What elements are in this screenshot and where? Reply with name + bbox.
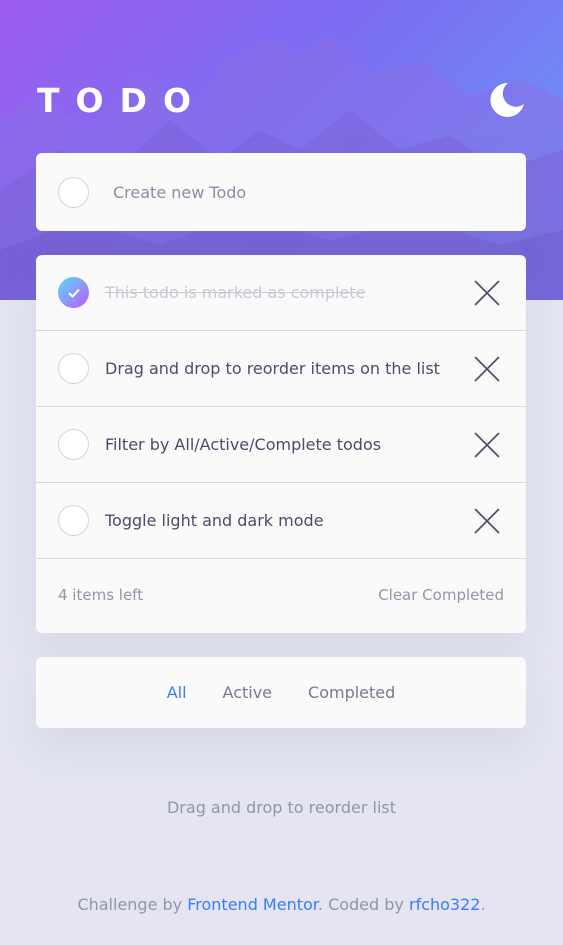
attribution-prefix: Challenge by (77, 895, 188, 914)
close-icon[interactable] (472, 278, 502, 308)
attribution: Challenge by Frontend Mentor. Coded by r… (0, 895, 563, 914)
new-todo-check-circle[interactable] (58, 176, 89, 208)
check-icon (67, 288, 80, 298)
todo-text: Filter by All/Active/Complete todos (105, 435, 382, 454)
attribution-suffix: . (480, 895, 486, 914)
app-title: TODO (37, 80, 208, 120)
close-icon[interactable] (472, 354, 502, 384)
todo-text: This todo is marked as complete (105, 283, 366, 302)
todo-text: Toggle light and dark mode (105, 511, 324, 530)
items-left-count: 4 items left (58, 586, 144, 604)
filter-completed[interactable]: Completed (308, 683, 395, 702)
close-icon[interactable] (472, 430, 502, 460)
todo-item[interactable]: This todo is marked as complete (36, 255, 526, 331)
todo-item[interactable]: Toggle light and dark mode (36, 483, 526, 559)
todo-item[interactable]: Filter by All/Active/Complete todos (36, 407, 526, 483)
close-icon[interactable] (472, 506, 502, 536)
todo-text: Drag and drop to reorder items on the li… (105, 359, 440, 378)
clear-completed-button[interactable]: Clear Completed (378, 586, 504, 604)
list-footer: 4 items left Clear Completed (36, 559, 526, 631)
drag-hint: Drag and drop to reorder list (166, 798, 396, 817)
todo-item[interactable]: Drag and drop to reorder items on the li… (36, 331, 526, 407)
attribution-middle: . Coded by (317, 895, 409, 914)
author-link[interactable]: rfcho322 (409, 895, 480, 914)
filter-bar: All Active Completed (36, 657, 526, 728)
app-header: TODO (37, 78, 526, 122)
todo-checkbox[interactable] (58, 505, 89, 536)
todo-checkbox[interactable] (58, 353, 89, 384)
todo-checkbox-checked[interactable] (58, 277, 89, 308)
filter-active[interactable]: Active (223, 683, 273, 702)
todo-list: This todo is marked as complete Drag and… (36, 255, 526, 633)
frontend-mentor-link[interactable]: Frontend Mentor (187, 895, 318, 914)
new-todo-input[interactable] (113, 182, 493, 202)
filter-all[interactable]: All (167, 683, 187, 702)
moon-icon[interactable] (486, 80, 526, 120)
new-todo-bar (36, 153, 526, 231)
todo-checkbox[interactable] (58, 429, 89, 460)
